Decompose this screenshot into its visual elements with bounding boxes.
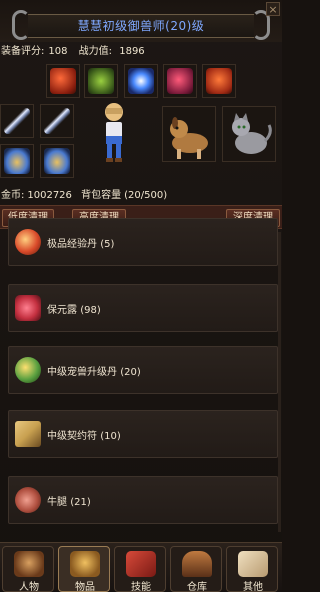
tab-warehouse[interactable]: 仓库 <box>170 546 222 592</box>
item-label: 中级契约符 (10) <box>47 427 121 442</box>
helmet-icon <box>50 68 76 94</box>
exp-pill-icon <box>15 229 41 255</box>
gloves-icon <box>88 68 114 94</box>
rating-label: 装备评分: 108 <box>1 46 71 57</box>
wings-icon <box>4 148 30 174</box>
cat-pet-icon <box>232 113 272 154</box>
item-label: 极品经验丹 (5) <box>47 235 114 250</box>
pet-slot-cat[interactable] <box>222 106 276 162</box>
list-item[interactable]: 牛腿 (21) <box>8 476 278 524</box>
item-name: 牛腿 <box>47 497 67 508</box>
item-count: (10) <box>100 431 121 442</box>
items-icon <box>70 551 100 577</box>
list-item[interactable]: 保元露 (98) <box>8 284 278 332</box>
tab-items[interactable]: 物品 <box>58 546 110 592</box>
tab-label: 技能 <box>131 582 151 592</box>
bottom-nav: 人物 物品 技能 仓库 其他 <box>0 542 282 592</box>
bag-label: 背包容量 <box>81 190 122 201</box>
weapon-slot-2[interactable] <box>40 104 74 138</box>
character-icon <box>14 551 44 577</box>
potion-icon <box>15 295 41 321</box>
list-item[interactable]: 中级契约符 (10) <box>8 410 278 458</box>
item-label: 牛腿 (21) <box>47 493 91 508</box>
gold-value: 1002726 <box>27 190 72 201</box>
contract-scroll-icon <box>15 421 41 447</box>
list-item[interactable]: 中级宠兽升级丹 (20) <box>8 346 278 394</box>
bag-value: (20/500) <box>124 190 168 201</box>
item-count: (20) <box>120 367 141 378</box>
list-item[interactable]: 极品经验丹 (5) <box>8 218 278 266</box>
pet-pill-icon <box>15 357 41 383</box>
gold-label: 金币: <box>1 190 25 201</box>
stats-line: 装备评分: 108 战力值: 1896 <box>0 42 282 57</box>
wings-slot-2[interactable] <box>40 144 74 178</box>
gloves-slot[interactable] <box>84 64 118 98</box>
other-scroll-icon <box>238 551 268 577</box>
rating-label-text: 装备评分: <box>1 46 45 57</box>
tab-label: 仓库 <box>187 582 207 592</box>
character-panel: 慧慧初级御兽师(20)级 × 装备评分: 108 战力值: 1896 金币: 1… <box>0 0 282 592</box>
page-title: 慧慧初级御兽师(20)级 <box>77 19 205 33</box>
amulet-slot[interactable] <box>124 64 158 98</box>
amulet-icon <box>128 68 154 94</box>
character-avatar <box>105 103 123 162</box>
boots-icon <box>167 68 193 94</box>
tab-character[interactable]: 人物 <box>2 546 54 592</box>
item-name: 中级契约符 <box>47 431 97 442</box>
tab-skills[interactable]: 技能 <box>114 546 166 592</box>
rating-value: 108 <box>48 46 68 57</box>
power-value: 1896 <box>119 46 145 57</box>
tab-label: 人物 <box>19 582 39 592</box>
tab-other[interactable]: 其他 <box>226 546 278 592</box>
item-count: (5) <box>100 239 115 250</box>
wings-slot-1[interactable] <box>0 144 34 178</box>
item-label: 中级宠兽升级丹 (20) <box>47 363 141 378</box>
tab-label: 其他 <box>243 582 263 592</box>
pet-slot-dog[interactable] <box>162 106 216 162</box>
item-name: 保元露 <box>47 305 77 316</box>
item-label: 保元露 (98) <box>47 301 101 316</box>
header: 慧慧初级御兽师(20)级 × <box>0 0 282 42</box>
armor-icon <box>206 68 232 94</box>
dog-pet-icon <box>170 117 208 159</box>
meat-icon <box>15 487 41 513</box>
item-name: 极品经验丹 <box>47 239 97 250</box>
power-label: 战力值: 1896 <box>79 46 149 57</box>
wings-icon <box>44 148 70 174</box>
item-count: (21) <box>70 497 91 508</box>
bag-capacity: 背包容量 (20/500) <box>81 190 170 201</box>
tab-label: 物品 <box>75 582 95 592</box>
item-count: (98) <box>80 305 101 316</box>
weapon-slot-1[interactable] <box>0 104 34 138</box>
gold-amount: 金币: 1002726 <box>1 190 75 201</box>
close-button[interactable]: × <box>266 2 280 16</box>
power-label-text: 战力值: <box>78 46 113 57</box>
armor-slot[interactable] <box>202 64 236 98</box>
sword-icon <box>4 108 30 134</box>
skills-book-icon <box>126 551 156 577</box>
warehouse-door-icon <box>182 551 212 577</box>
list-scrollbar[interactable] <box>278 232 281 532</box>
sword-icon <box>44 108 70 134</box>
boots-slot[interactable] <box>163 64 197 98</box>
item-name: 中级宠兽升级丹 <box>47 367 117 378</box>
helmet-slot[interactable] <box>46 64 80 98</box>
inventory-info: 金币: 1002726 背包容量 (20/500) <box>0 186 282 201</box>
